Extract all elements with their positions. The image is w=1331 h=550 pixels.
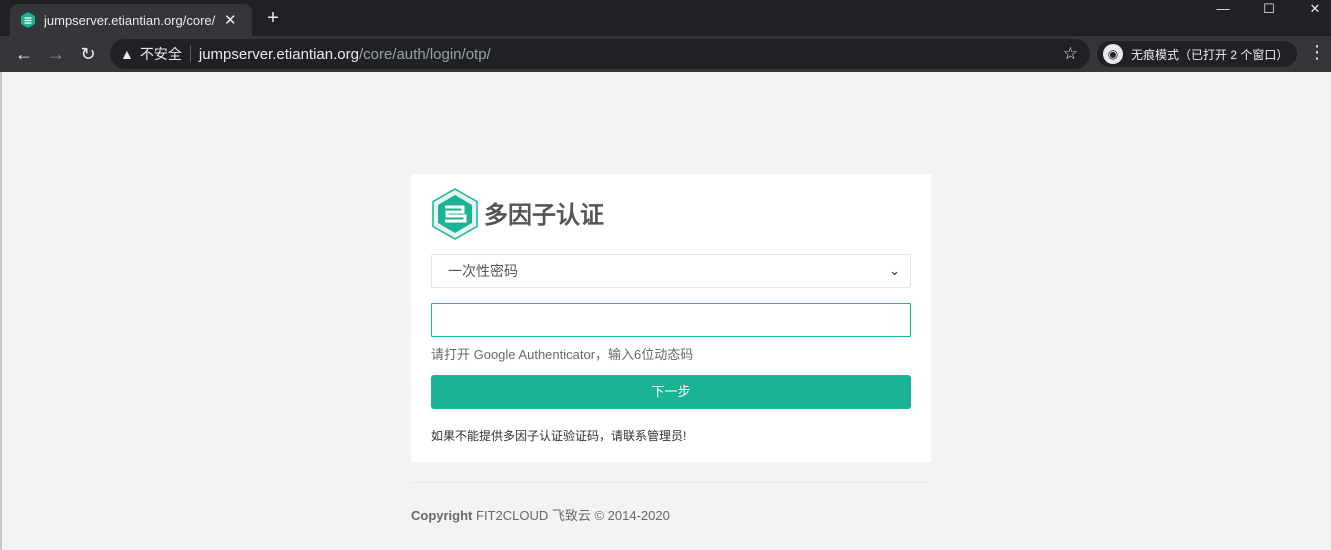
otp-login-card: 多因子认证 一次性密码 ⌄ 请打开 Google Authenticator，输…	[411, 174, 931, 462]
kebab-menu-icon[interactable]: ⋮	[1308, 42, 1326, 63]
chevron-down-icon: ⌄	[889, 263, 900, 278]
tab-title: jumpserver.etiantian.org/core/	[44, 12, 216, 28]
footer: Copyright FIT2CLOUD 飞致云 © 2014-2020	[411, 505, 670, 524]
tab-close-icon[interactable]: ✕	[224, 11, 237, 29]
window-close-icon[interactable]: ✕	[1292, 0, 1331, 18]
otp-help-text: 请打开 Google Authenticator，输入6位动态码	[431, 347, 694, 362]
jumpserver-favicon-icon	[21, 12, 35, 28]
address-separator	[189, 46, 191, 62]
window-minimize-icon[interactable]: —	[1200, 0, 1246, 18]
page-title: 多因子认证	[484, 202, 604, 229]
url-host: jumpserver.etiantian.org	[198, 45, 359, 63]
mfa-type-value: 一次性密码	[448, 263, 518, 279]
window-maximize-icon[interactable]: ☐	[1246, 0, 1292, 18]
url-path: /core/auth/login/otp/	[358, 45, 491, 63]
incognito-label: 无痕模式（已打开 2 个窗口）	[1131, 47, 1289, 62]
new-tab-button[interactable]: +	[262, 6, 284, 30]
reload-icon[interactable]: ↻	[76, 42, 100, 66]
warning-icon[interactable]: ▲	[120, 46, 134, 62]
copyright-label: Copyright	[411, 508, 473, 523]
insecure-label[interactable]: 不安全	[140, 44, 182, 64]
browser-tabbar: jumpserver.etiantian.org/core/ ✕ + — ☐ ✕	[0, 0, 1331, 36]
incognito-indicator[interactable]: ◉ 无痕模式（已打开 2 个窗口）	[1097, 41, 1297, 67]
bookmark-star-icon[interactable]: ☆	[1063, 44, 1078, 64]
jumpserver-logo-icon	[432, 188, 478, 240]
otp-code-input[interactable]	[431, 303, 911, 337]
back-arrow-icon[interactable]: ←	[12, 42, 36, 66]
contact-admin-text: 如果不能提供多因子认证验证码，请联系管理员!	[431, 429, 687, 443]
browser-toolbar: ← → ↻ ▲ 不安全 jumpserver.etiantian.org /co…	[0, 36, 1331, 72]
forward-arrow-icon[interactable]: →	[44, 42, 68, 66]
address-bar[interactable]: ▲ 不安全 jumpserver.etiantian.org /core/aut…	[110, 39, 1090, 69]
copyright-text: FIT2CLOUD 飞致云 © 2014-2020	[472, 508, 670, 523]
browser-tab[interactable]: jumpserver.etiantian.org/core/ ✕	[10, 4, 252, 36]
next-button[interactable]: 下一步	[431, 375, 911, 409]
incognito-icon: ◉	[1103, 44, 1123, 64]
footer-divider	[411, 482, 931, 483]
mfa-type-select[interactable]: 一次性密码 ⌄	[431, 254, 911, 288]
window-left-edge	[0, 72, 2, 550]
